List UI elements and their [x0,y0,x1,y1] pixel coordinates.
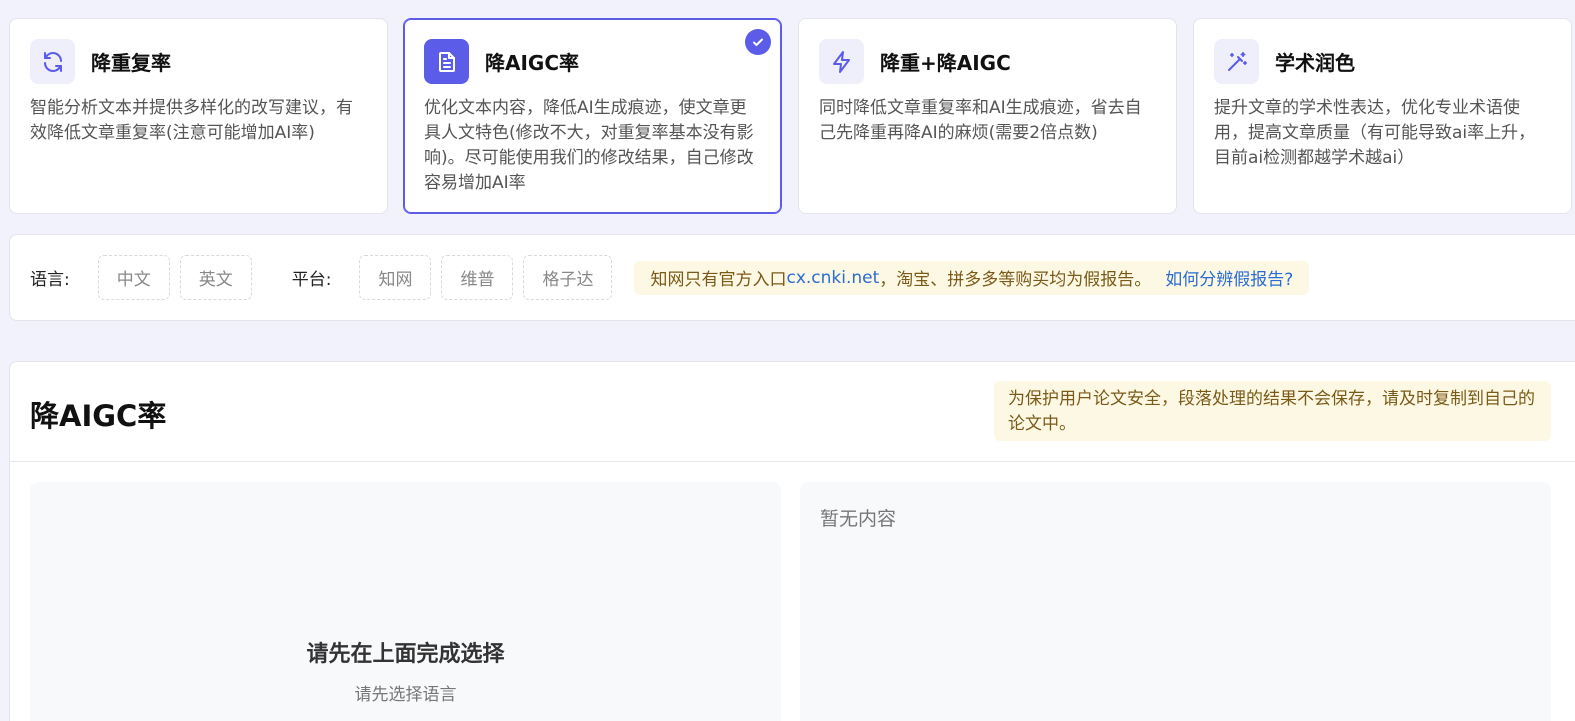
input-empty-subtitle: 请先选择语言 [354,685,457,705]
output-empty-text: 暂无内容 [820,508,897,530]
platform-option-cnki[interactable]: 知网 [359,255,432,300]
card-title: 降AIGC率 [485,51,580,75]
notice-prefix: 知网只有官方入口 [650,270,787,290]
magic-wand-icon [1214,39,1259,84]
selected-check-icon [745,29,771,55]
input-empty-title: 请先在上面完成选择 [306,642,505,667]
document-icon [424,39,469,84]
notice-suffix: ，淘宝、拼多多等购买均为假报告。 [879,270,1152,290]
card-title: 学术润色 [1275,51,1355,75]
card-description: 优化文本内容，降低AI生成痕迹，使文章更具人文特色(修改不大，对重复率基本没有影… [424,98,754,193]
page-title: 降AIGC率 [30,399,167,433]
refresh-icon [30,39,75,84]
filter-bar: 语言: 中文 英文 平台: 知网 维普 格子达 知网只有官方入口 cx.cnki… [9,234,1575,321]
processing-panel: 降AIGC率 为保护用户论文安全，段落处理的结果不会保存，请及时复制到自己的论文… [9,361,1575,721]
privacy-notice: 为保护用户论文安全，段落处理的结果不会保存，请及时复制到自己的论文中。 [994,381,1551,441]
panel-header: 降AIGC率 为保护用户论文安全，段落处理的结果不会保存，请及时复制到自己的论文… [10,362,1575,462]
input-pane: 请先在上面完成选择 请先选择语言 [30,482,781,721]
mode-card-reduce-duplication[interactable]: 降重复率 智能分析文本并提供多样化的改写建议，有效降低文章重复率(注意可能增加A… [9,18,388,214]
card-description: 提升文章的学术性表达，优化专业术语使用，提高文章质量（有可能导致ai率上升，目前… [1214,98,1536,168]
card-title: 降重+降AIGC [880,51,1011,75]
fake-report-notice: 知网只有官方入口 cx.cnki.net ，淘宝、拼多多等购买均为假报告。 如何… [634,260,1310,295]
card-header: 降AIGC率 [424,39,761,84]
card-description: 智能分析文本并提供多样化的改写建议，有效降低文章重复率(注意可能增加AI率) [30,98,353,143]
mode-card-reduce-aigc[interactable]: 降AIGC率 优化文本内容，降低AI生成痕迹，使文章更具人文特色(修改不大，对重… [403,18,782,214]
platform-option-gezida[interactable]: 格子达 [523,255,613,300]
language-option-english[interactable]: 英文 [179,255,252,300]
fake-report-help-link[interactable]: 如何分辨假报告? [1165,265,1293,290]
card-description: 同时降低文章重复率和AI生成痕迹，省去自己先降重再降AI的麻烦(需要2倍点数) [819,98,1142,143]
mode-card-academic-polish[interactable]: 学术润色 提升文章的学术性表达，优化专业术语使用，提高文章质量（有可能导致ai率… [1193,18,1572,214]
platform-option-vip[interactable]: 维普 [441,255,514,300]
card-header: 降重复率 [30,39,367,84]
language-label: 语言: [30,270,70,290]
cnki-site-link[interactable]: cx.cnki.net [786,268,879,288]
card-header: 学术润色 [1214,39,1551,84]
language-option-chinese[interactable]: 中文 [97,255,170,300]
lightning-icon [819,39,864,84]
card-header: 降重+降AIGC [819,39,1156,84]
card-title: 降重复率 [91,51,171,75]
mode-cards: 降重复率 智能分析文本并提供多样化的改写建议，有效降低文章重复率(注意可能增加A… [9,18,1575,214]
output-pane: 暂无内容 [800,482,1551,721]
mode-card-reduce-both[interactable]: 降重+降AIGC 同时降低文章重复率和AI生成痕迹，省去自己先降重再降AI的麻烦… [798,18,1177,214]
platform-label: 平台: [291,270,332,290]
